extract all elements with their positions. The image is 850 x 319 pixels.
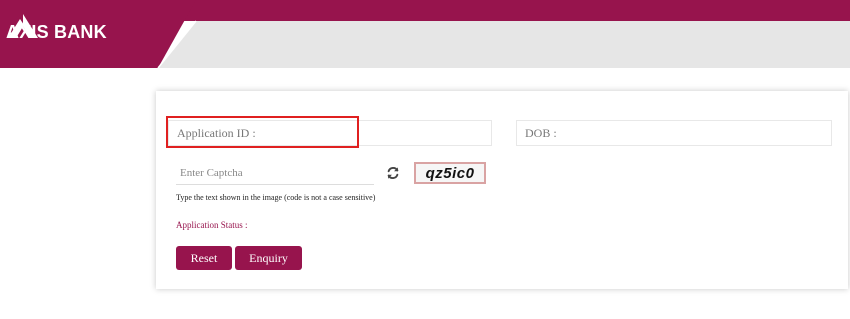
- header-banner: AXIS BANK: [0, 0, 850, 68]
- captcha-hint: Type the text shown in the image (code i…: [176, 193, 376, 202]
- refresh-icon[interactable]: [386, 166, 400, 180]
- captcha-field[interactable]: [176, 161, 378, 185]
- dob-field[interactable]: [516, 120, 832, 146]
- application-status-label: Application Status :: [176, 220, 248, 230]
- header-background: [0, 0, 850, 68]
- axis-logo-icon: [8, 14, 38, 38]
- dob-input[interactable]: [525, 121, 831, 145]
- application-id-field[interactable]: [168, 120, 492, 146]
- captcha-image: qz5ic0: [414, 162, 486, 184]
- axis-bank-logo[interactable]: AXIS BANK: [6, 12, 107, 52]
- reset-button[interactable]: Reset: [176, 246, 232, 270]
- captcha-input[interactable]: [176, 161, 378, 184]
- application-id-input[interactable]: [177, 121, 491, 145]
- enquiry-button[interactable]: Enquiry: [235, 246, 302, 270]
